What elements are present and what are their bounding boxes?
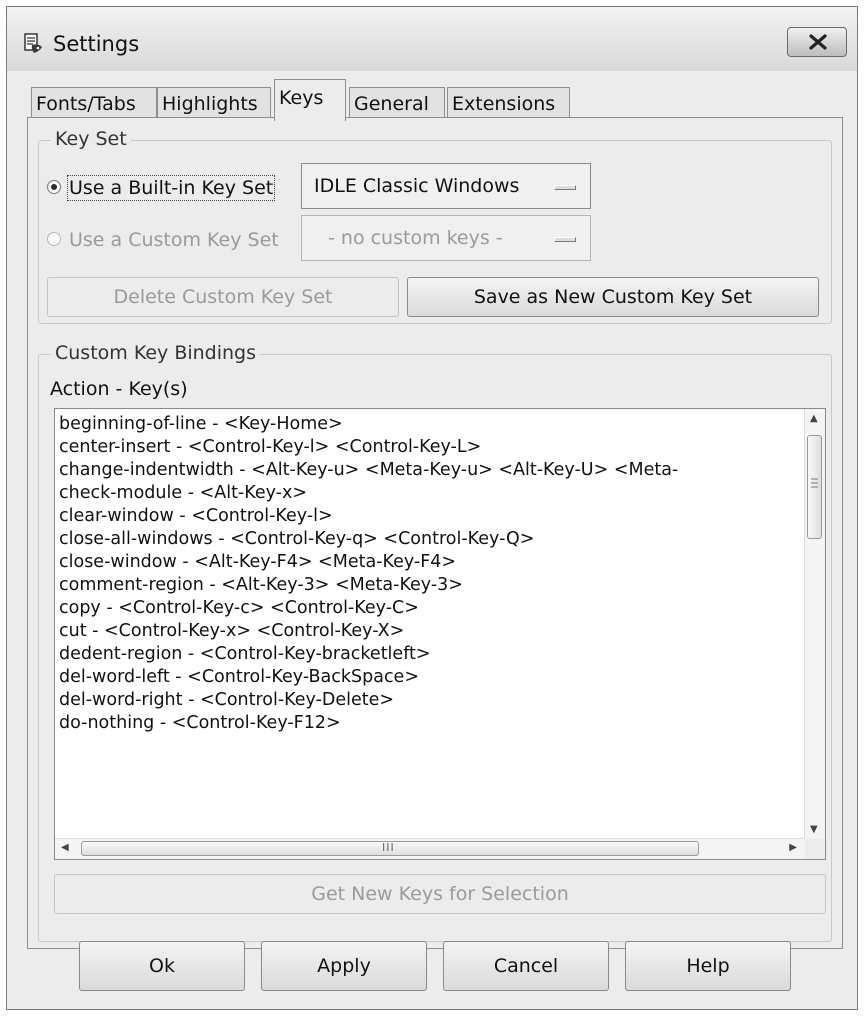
dropdown-indicator-icon — [554, 237, 576, 242]
list-item[interactable]: dedent-region - <Control-Key-bracketleft… — [59, 643, 803, 666]
settings-window: Settings Fonts/Tabs Highlights Keys Gene… — [6, 6, 858, 1010]
keys-tab-panel: Key Set Use a Built-in Key Set IDLE Clas… — [27, 117, 843, 949]
builtin-radio-label[interactable]: Use a Built-in Key Set — [66, 175, 276, 201]
scroll-up-icon[interactable]: ▲ — [810, 413, 818, 424]
scroll-right-icon[interactable]: ▶ — [789, 842, 797, 853]
apply-button[interactable]: Apply — [261, 941, 427, 991]
list-item[interactable]: comment-region - <Alt-Key-3> <Meta-Key-3… — [59, 574, 803, 597]
horizontal-scroll-thumb[interactable]: III — [81, 841, 699, 856]
list-item[interactable]: do-nothing - <Control-Key-F12> — [59, 712, 803, 735]
cancel-button[interactable]: Cancel — [443, 941, 609, 991]
custom-radio-label[interactable]: Use a Custom Key Set — [69, 229, 279, 251]
python-idle-icon — [24, 33, 42, 53]
list-item[interactable]: copy - <Control-Key-c> <Control-Key-C> — [59, 597, 803, 620]
tab-keys[interactable]: Keys — [274, 79, 346, 121]
save-new-custom-key-set-button[interactable]: Save as New Custom Key Set — [407, 277, 819, 317]
tab-highlights[interactable]: Highlights — [157, 87, 271, 119]
tab-general[interactable]: General — [349, 87, 445, 119]
custom-radio-indicator[interactable] — [47, 232, 61, 246]
get-new-keys-button[interactable]: Get New Keys for Selection — [54, 874, 826, 914]
scrollbar-corner — [805, 839, 825, 859]
list-item[interactable]: check-module - <Alt-Key-x> — [59, 482, 803, 505]
tab-extensions[interactable]: Extensions — [447, 87, 570, 119]
key-set-group-title: Key Set — [51, 128, 131, 150]
horizontal-grip: III — [382, 841, 395, 854]
window-title: Settings — [53, 32, 140, 56]
scroll-left-icon[interactable]: ◀ — [61, 842, 69, 853]
custom-key-set-value: - no custom keys - — [328, 227, 503, 249]
vertical-scroll-thumb[interactable] — [807, 435, 822, 539]
list-item[interactable]: clear-window - <Control-Key-l> — [59, 505, 803, 528]
ok-button[interactable]: Ok — [79, 941, 245, 991]
list-item[interactable]: beginning-of-line - <Key-Home> — [59, 413, 803, 436]
tab-fonts-tabs[interactable]: Fonts/Tabs — [31, 87, 157, 119]
list-item[interactable]: close-all-windows - <Control-Key-q> <Con… — [59, 528, 803, 551]
vertical-scrollbar[interactable]: ▲ ▼ — [804, 409, 825, 839]
builtin-radio-indicator[interactable] — [47, 180, 61, 194]
list-item[interactable]: cut - <Control-Key-x> <Control-Key-X> — [59, 620, 803, 643]
builtin-key-set-menu[interactable]: IDLE Classic Windows — [301, 163, 591, 209]
list-item[interactable]: change-indentwidth - <Alt-Key-u> <Meta-K… — [59, 459, 803, 482]
custom-key-set-menu[interactable]: - no custom keys - — [301, 215, 591, 261]
list-item[interactable]: close-window - <Alt-Key-F4> <Meta-Key-F4… — [59, 551, 803, 574]
key-set-group: Key Set Use a Built-in Key Set IDLE Clas… — [38, 128, 832, 324]
custom-key-bindings-title: Custom Key Bindings — [51, 342, 261, 364]
close-icon — [809, 34, 827, 50]
builtin-key-set-value: IDLE Classic Windows — [314, 175, 520, 197]
list-item[interactable]: del-word-left - <Control-Key-BackSpace> — [59, 666, 803, 689]
list-item[interactable]: del-word-right - <Control-Key-Delete> — [59, 689, 803, 712]
scroll-down-icon[interactable]: ▼ — [810, 824, 818, 835]
help-button[interactable]: Help — [625, 941, 791, 991]
delete-custom-key-set-button[interactable]: Delete Custom Key Set — [47, 277, 399, 317]
horizontal-scrollbar[interactable]: ◀ III ▶ — [55, 838, 805, 859]
grip-icon — [811, 478, 818, 488]
action-keys-header: Action - Key(s) — [50, 378, 188, 400]
title-bar: Settings — [7, 7, 857, 71]
close-button[interactable] — [787, 27, 847, 57]
dropdown-indicator-icon — [554, 185, 576, 190]
list-item[interactable]: center-insert - <Control-Key-l> <Control… — [59, 436, 803, 459]
key-bindings-list[interactable]: beginning-of-line - <Key-Home> center-in… — [54, 408, 826, 860]
key-bindings-items: beginning-of-line - <Key-Home> center-in… — [59, 413, 803, 837]
